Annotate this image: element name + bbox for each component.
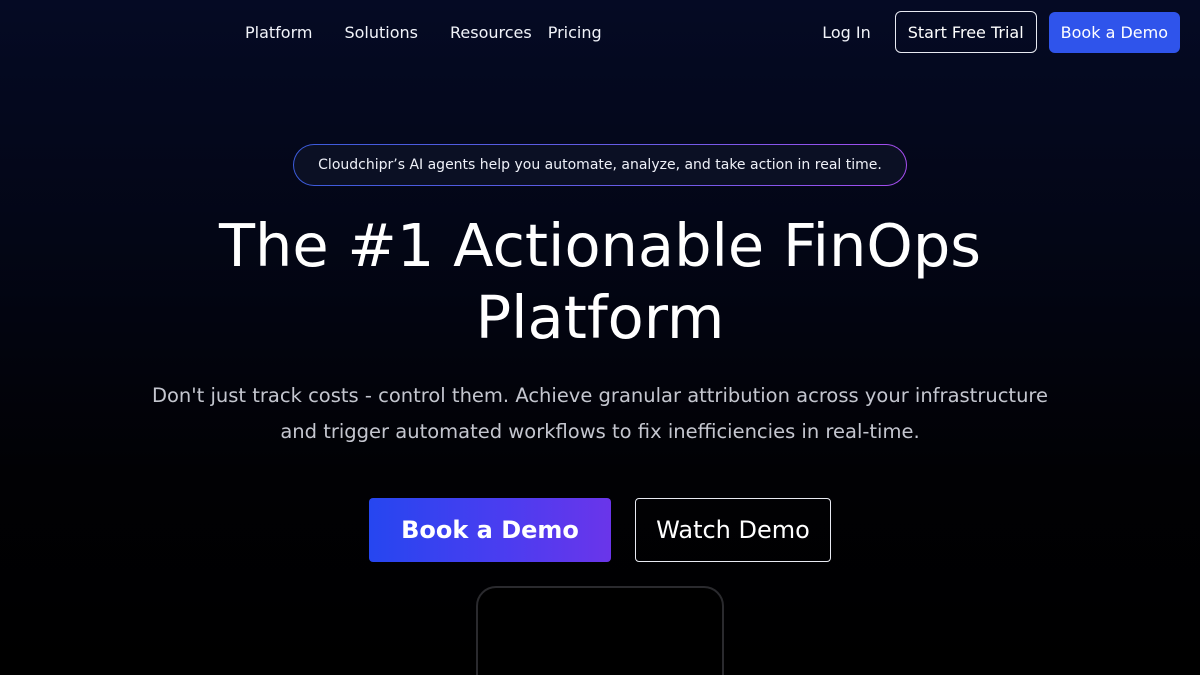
watch-demo-button[interactable]: Watch Demo (635, 498, 831, 562)
book-demo-button[interactable]: Book a Demo (369, 498, 611, 562)
nav-links: Platform Solutions Resources Pricing (245, 0, 602, 64)
hero-subtitle: Don't just track costs - control them. A… (130, 378, 1070, 450)
product-preview-frame (476, 586, 724, 675)
announcement-pill[interactable]: Cloudchipr’s AI agents help you automate… (293, 144, 907, 186)
nav-actions: Log In Start Free Trial Book a Demo (822, 11, 1180, 53)
hero-cta-row: Book a Demo Watch Demo (369, 498, 831, 562)
nav-link-platform[interactable]: Platform (245, 23, 312, 42)
nav-link-resources[interactable]: Resources (450, 23, 532, 42)
hero-title: The #1 Actionable FinOps Platform (0, 210, 1200, 354)
hero-title-line1: The #1 Actionable FinOps (218, 211, 982, 280)
nav-link-solutions[interactable]: Solutions (344, 23, 418, 42)
login-link[interactable]: Log In (822, 23, 871, 42)
hero-subtitle-line1: Don't just track costs - control them. A… (151, 384, 1049, 407)
start-free-trial-button[interactable]: Start Free Trial (894, 11, 1037, 53)
announcement-text: Cloudchipr’s AI agents help you automate… (294, 145, 906, 185)
hero-subtitle-line2: and trigger automated workflows to fix i… (280, 420, 920, 443)
book-demo-nav-button[interactable]: Book a Demo (1048, 11, 1180, 53)
hero-title-line2: Platform (475, 283, 725, 352)
nav-link-pricing[interactable]: Pricing (548, 23, 602, 42)
